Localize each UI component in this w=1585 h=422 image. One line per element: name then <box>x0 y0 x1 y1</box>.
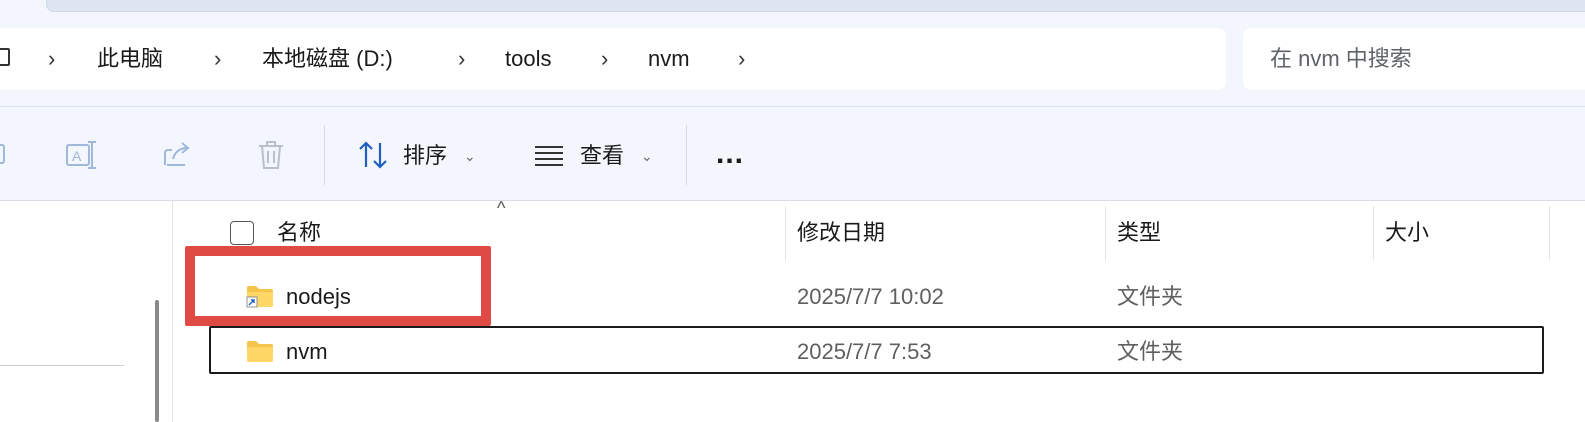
this-pc-icon[interactable] <box>0 48 10 66</box>
chevron-down-icon[interactable]: ⌄ <box>464 138 476 174</box>
view-icon[interactable] <box>531 137 567 173</box>
breadcrumb-drive-d[interactable]: 本地磁盘 (D:) <box>262 40 393 78</box>
svg-text:A: A <box>72 148 82 164</box>
delete-icon[interactable] <box>253 137 289 173</box>
file-date: 2025/7/7 10:02 <box>797 284 944 309</box>
sort-icon[interactable] <box>355 137 391 173</box>
breadcrumb-tools[interactable]: tools <box>505 40 551 78</box>
toolbar-separator <box>324 125 325 185</box>
pane-divider[interactable] <box>172 201 173 422</box>
highlight-annotation <box>185 246 491 326</box>
chevron-right-icon[interactable]: › <box>214 40 221 78</box>
column-divider[interactable] <box>1105 206 1106 260</box>
chevron-right-icon[interactable]: › <box>458 40 465 78</box>
chevron-right-icon[interactable]: › <box>738 40 745 78</box>
file-type: 文件夹 <box>1117 284 1184 309</box>
folder-icon <box>247 341 273 362</box>
sort-ascending-icon: ^ <box>497 198 506 218</box>
file-date: 2025/7/7 7:53 <box>797 339 932 364</box>
more-options-button[interactable]: ... <box>716 136 744 172</box>
tab-strip <box>46 0 1585 12</box>
toolbar-separator <box>686 125 687 185</box>
view-button[interactable]: 查看 <box>580 138 624 174</box>
command-bar <box>0 107 1585 200</box>
sort-button[interactable]: 排序 <box>403 138 447 174</box>
file-name[interactable]: nvm <box>286 333 328 371</box>
search-input[interactable]: 在 nvm 中搜索 <box>1270 40 1412 78</box>
chevron-right-icon[interactable]: › <box>48 40 55 78</box>
column-divider[interactable] <box>785 206 786 260</box>
file-type: 文件夹 <box>1117 339 1184 364</box>
chevron-down-icon[interactable]: ⌄ <box>641 138 653 174</box>
address-bar[interactable] <box>0 28 1226 90</box>
cut-icon[interactable] <box>0 137 12 173</box>
breadcrumb-this-pc[interactable]: 此电脑 <box>97 40 163 78</box>
column-divider[interactable] <box>1373 206 1374 260</box>
nav-pane-scrollbar[interactable] <box>155 300 159 422</box>
nav-pane-separator <box>0 365 124 366</box>
rename-icon[interactable]: A <box>63 137 99 173</box>
breadcrumb-nvm[interactable]: nvm <box>648 40 690 78</box>
select-all-checkbox[interactable] <box>230 221 254 245</box>
share-icon[interactable] <box>159 137 195 173</box>
column-header-date[interactable]: 修改日期 <box>797 214 885 252</box>
column-header-size[interactable]: 大小 <box>1385 214 1429 252</box>
chevron-right-icon[interactable]: › <box>601 40 608 78</box>
column-divider[interactable] <box>1549 206 1550 260</box>
column-header-type[interactable]: 类型 <box>1117 214 1161 252</box>
